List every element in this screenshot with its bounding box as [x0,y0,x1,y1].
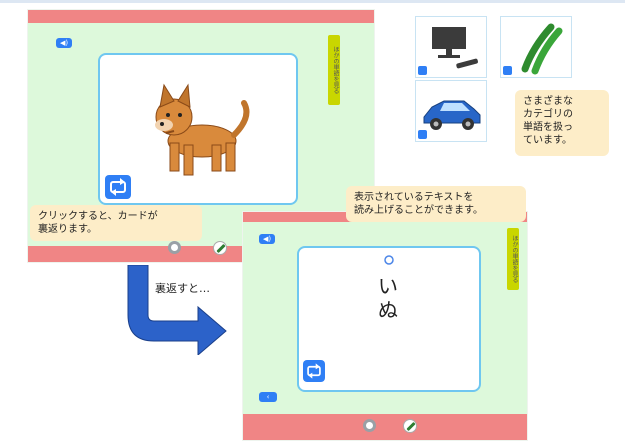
car-icon [423,100,481,130]
edit-icon[interactable] [213,241,227,255]
bottom-bar [243,414,527,440]
flip-button[interactable] [105,175,131,199]
cucumber-icon [521,23,563,75]
categories-callout: さまざまな カテゴリの 単語を扱っ ています。 [515,90,609,156]
word-card-front[interactable] [98,53,298,205]
flip-arrow [127,265,227,355]
back-app-screen: ◀) ほかの単語を見る い ぬ ‹ [243,212,527,440]
category-tile-car [415,80,487,142]
other-words-tab[interactable]: ほかの単語を見る [328,35,340,105]
speaker-mini-icon [418,130,427,139]
flip-caption: 裏返すと… [155,282,210,295]
back-button[interactable]: ‹ [259,392,277,402]
card-word-line2: ぬ [378,298,398,322]
flip-icon [110,178,126,196]
readout-callout: 表示されているテキストを 読み上げることができます。 [346,186,526,222]
top-bar [28,10,374,23]
speaker-mini-icon [503,66,512,75]
click-callout: クリックすると、カードが 裏返ります。 [30,205,202,241]
other-words-tab-label: ほかの単語を見る [511,235,518,283]
speaker-icon[interactable]: ◀) [56,38,72,48]
settings-icon[interactable] [168,241,181,254]
speaker-mini-icon [418,66,427,75]
dog-image [155,83,250,176]
readout-pointer-icon [384,255,394,265]
top-divider [0,0,625,3]
word-card-back[interactable]: い ぬ [297,246,481,392]
flip-button[interactable] [303,360,325,382]
tv-icon [432,27,478,69]
edit-icon[interactable] [403,419,417,433]
flip-icon [307,363,321,379]
other-words-tab-label: ほかの単語を見る [332,46,339,94]
card-word-line1: い [378,274,398,298]
settings-icon[interactable] [363,419,376,432]
other-words-tab[interactable]: ほかの単語を見る [507,228,519,290]
category-tile-tv [415,16,487,78]
speaker-icon[interactable]: ◀) [259,234,275,244]
category-tile-cucumber [500,16,572,78]
